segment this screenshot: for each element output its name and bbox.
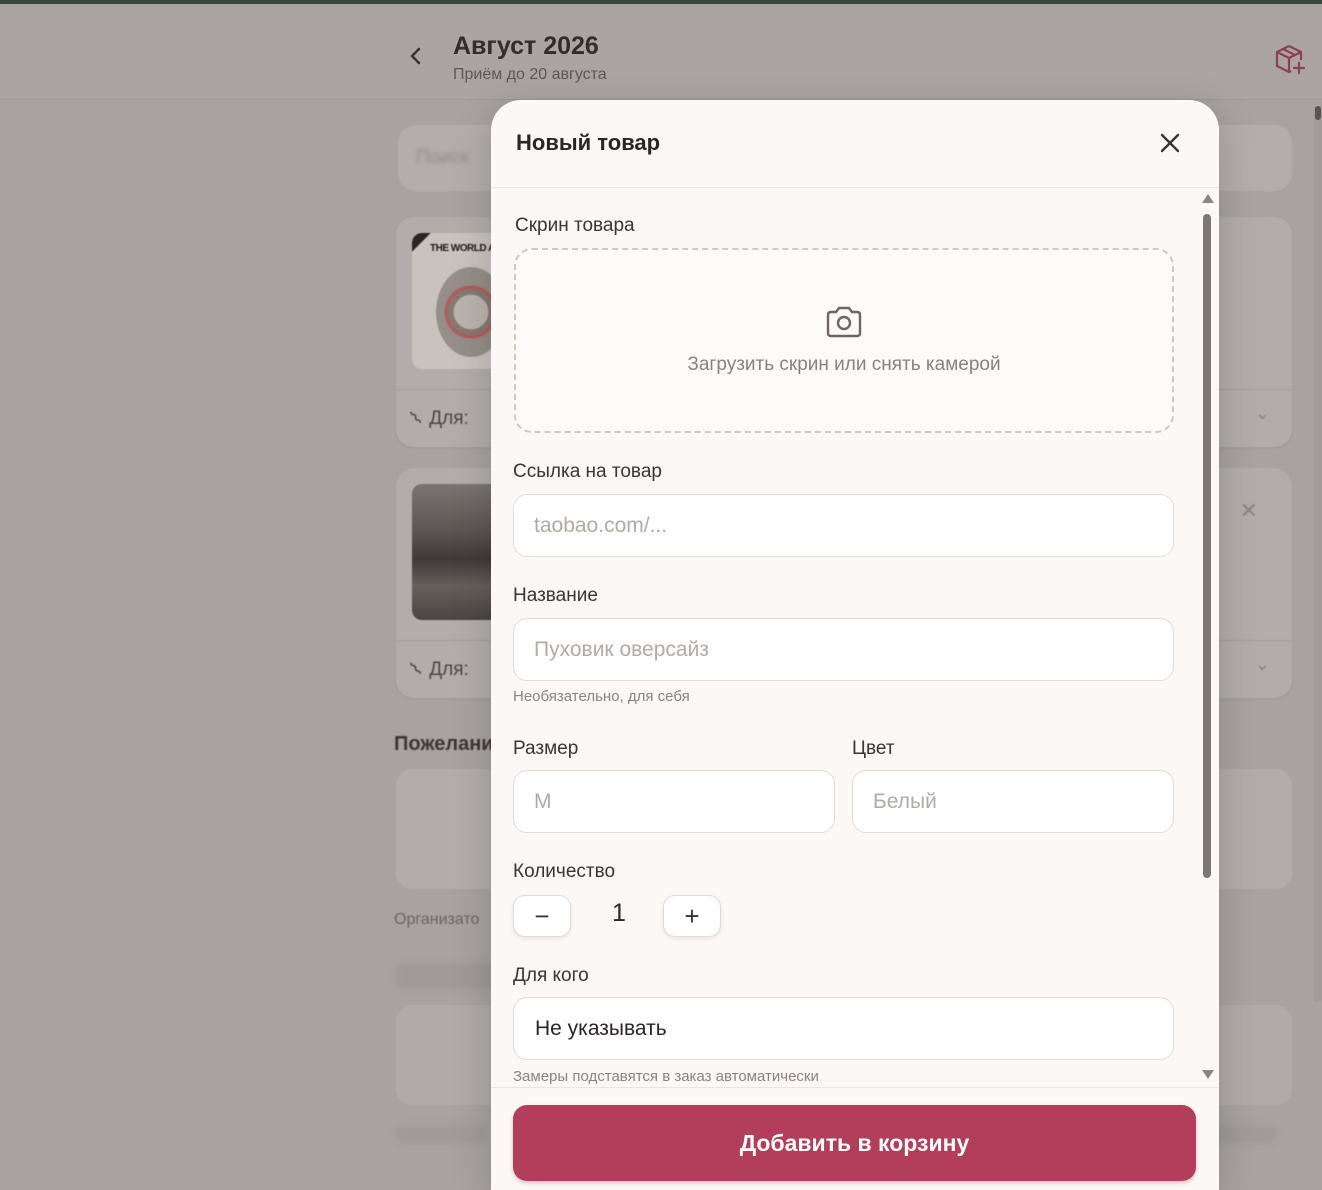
add-to-cart-button[interactable]: Добавить в корзину	[513, 1105, 1196, 1181]
color-input[interactable]	[853, 771, 1173, 832]
for-whom-select[interactable]: Не указывать	[513, 997, 1174, 1060]
close-icon: ✕	[1239, 498, 1258, 523]
wishes-section-title: Пожелани	[394, 733, 494, 755]
name-label: Название	[513, 585, 598, 606]
modal-body: Скрин товара Загрузить скрин или снять к…	[491, 189, 1219, 1087]
modal-header: Новый товар	[491, 100, 1219, 188]
link-label: Ссылка на товар	[513, 461, 662, 482]
name-field[interactable]	[513, 618, 1174, 681]
scroll-down-arrow-icon[interactable]	[1202, 1070, 1214, 1079]
new-item-modal: Новый товар Скрин товара Загрузить скрин…	[491, 100, 1219, 1190]
package-plus-icon	[1275, 45, 1306, 75]
page-subtitle: Приём до 20 августа	[453, 66, 607, 83]
chevron-left-icon	[410, 47, 421, 65]
modal-scrollbar[interactable]	[1200, 192, 1214, 1084]
quantity-decrement-button[interactable]: −	[513, 895, 571, 937]
chevron-down-icon: ⌄	[1254, 403, 1270, 423]
name-hint: Необязательно, для себя	[513, 688, 690, 705]
upload-text: Загрузить скрин или снять камерой	[687, 354, 1001, 375]
link-input[interactable]	[514, 495, 1173, 556]
organizer-note: Организато	[394, 911, 480, 928]
modal-title: Новый товар	[516, 130, 661, 155]
page-scrollbar[interactable]	[1314, 106, 1322, 1002]
color-label: Цвет	[852, 738, 895, 759]
scrollbar-thumb[interactable]	[1203, 214, 1211, 878]
size-input[interactable]	[514, 771, 834, 832]
cart-button[interactable]	[1273, 42, 1307, 76]
chevron-down-icon: ⌄	[1254, 654, 1270, 674]
link-field[interactable]	[513, 494, 1174, 557]
screenshot-label: Скрин товара	[515, 215, 635, 236]
size-field[interactable]	[513, 770, 835, 833]
page-header: Август 2026 Приём до 20 августа	[0, 4, 1322, 100]
scroll-up-arrow-icon[interactable]	[1202, 194, 1214, 203]
screenshot-upload-area[interactable]: Загрузить скрин или снять камерой	[514, 248, 1174, 433]
paperclip-icon: ⌇	[406, 407, 427, 430]
for-whom-label: Для кого	[513, 965, 589, 986]
for-label: ⌇ Для:	[406, 407, 469, 430]
size-label: Размер	[513, 738, 579, 759]
paperclip-icon: ⌇	[406, 658, 427, 681]
back-button[interactable]	[402, 42, 430, 70]
camera-icon	[824, 304, 864, 340]
for-whom-hint: Замеры подставятся в заказ автоматически	[513, 1068, 819, 1085]
quantity-label: Количество	[513, 861, 616, 882]
color-field[interactable]	[852, 770, 1174, 833]
for-whom-value: Не указывать	[535, 1017, 667, 1040]
for-label: ⌇ Для:	[406, 658, 469, 681]
quantity-increment-button[interactable]: +	[663, 895, 721, 937]
page-title: Август 2026	[453, 32, 599, 60]
quantity-value: 1	[612, 899, 626, 927]
close-button[interactable]	[1155, 128, 1185, 158]
close-icon	[1160, 133, 1180, 153]
modal-footer: Добавить в корзину	[491, 1087, 1219, 1190]
name-input[interactable]	[514, 619, 1173, 680]
